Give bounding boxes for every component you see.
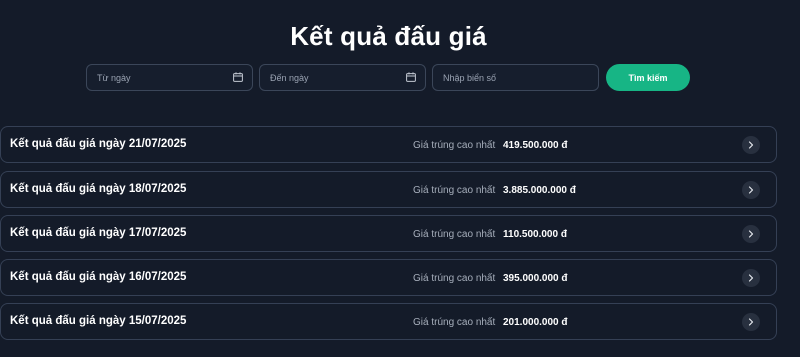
- search-button[interactable]: Tìm kiếm: [606, 64, 690, 91]
- to-date-placeholder: Đến ngày: [270, 72, 309, 83]
- calendar-icon[interactable]: [233, 72, 243, 82]
- plate-number-input[interactable]: [443, 72, 583, 83]
- result-title: Kết quả đấu giá ngày 15/07/2025: [10, 315, 187, 327]
- highest-price-label: Giá trúng cao nhất: [413, 185, 496, 196]
- highest-price-value: 395.000.000 đ: [503, 273, 568, 284]
- result-row[interactable]: Kết quả đấu giá ngày 21/07/2025 Giá trún…: [0, 126, 777, 163]
- chevron-right-icon[interactable]: [742, 313, 760, 331]
- highest-price-value: 3.885.000.000 đ: [503, 185, 576, 196]
- result-row[interactable]: Kết quả đấu giá ngày 15/07/2025 Giá trún…: [0, 303, 777, 340]
- to-date-field[interactable]: Đến ngày: [259, 64, 426, 91]
- highest-price-value: 201.000.000 đ: [503, 317, 568, 328]
- result-title: Kết quả đấu giá ngày 16/07/2025: [10, 271, 187, 283]
- chevron-right-icon[interactable]: [742, 269, 760, 287]
- result-row[interactable]: Kết quả đấu giá ngày 18/07/2025 Giá trún…: [0, 171, 777, 208]
- result-title: Kết quả đấu giá ngày 18/07/2025: [10, 183, 187, 195]
- auction-results-page: Kết quả đấu giá Từ ngày Đến ngày Tìm kiế: [0, 0, 800, 357]
- chevron-right-icon[interactable]: [742, 181, 760, 199]
- plate-number-field[interactable]: [432, 64, 599, 91]
- calendar-icon[interactable]: [406, 72, 416, 82]
- from-date-placeholder: Từ ngày: [97, 72, 131, 83]
- result-title: Kết quả đấu giá ngày 17/07/2025: [10, 227, 187, 239]
- highest-price-value: 419.500.000 đ: [503, 140, 568, 151]
- page-title: Kết quả đấu giá: [290, 21, 487, 51]
- chevron-right-icon[interactable]: [742, 225, 760, 243]
- from-date-field[interactable]: Từ ngày: [86, 64, 253, 91]
- chevron-right-icon[interactable]: [742, 136, 760, 154]
- result-title: Kết quả đấu giá ngày 21/07/2025: [10, 138, 187, 150]
- highest-price-value: 110.500.000 đ: [503, 229, 567, 240]
- result-row[interactable]: Kết quả đấu giá ngày 16/07/2025 Giá trún…: [0, 259, 777, 296]
- highest-price-label: Giá trúng cao nhất: [413, 273, 496, 284]
- result-row[interactable]: Kết quả đấu giá ngày 17/07/2025 Giá trún…: [0, 215, 777, 252]
- highest-price-label: Giá trúng cao nhất: [413, 229, 496, 240]
- highest-price-label: Giá trúng cao nhất: [413, 317, 496, 328]
- highest-price-label: Giá trúng cao nhất: [413, 140, 496, 151]
